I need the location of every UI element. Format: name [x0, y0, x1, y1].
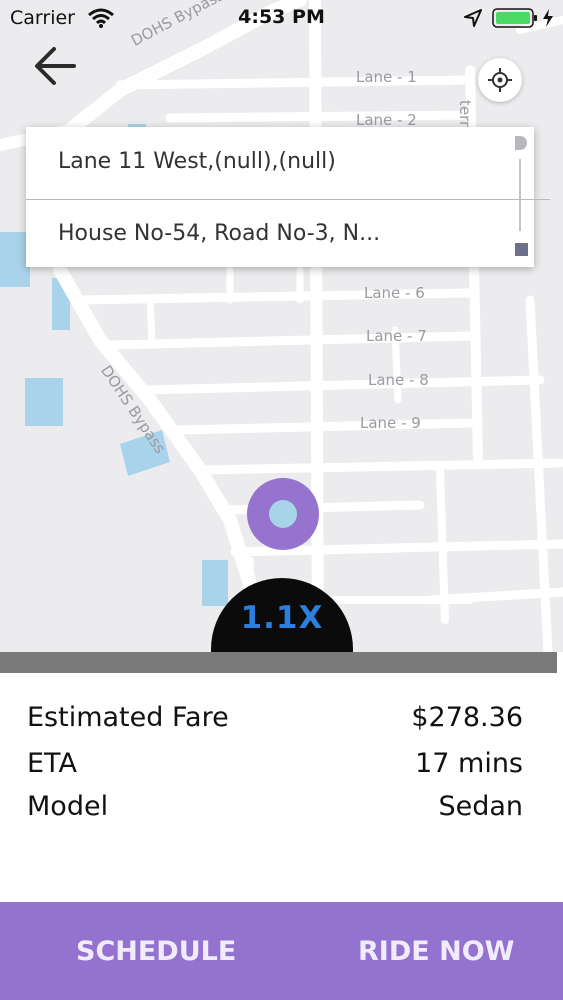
- address-scroll-top-indicator: [515, 136, 527, 150]
- ride-now-button[interactable]: RIDE NOW: [358, 936, 514, 967]
- model-value: Sedan: [438, 791, 523, 822]
- eta-value: 17 mins: [415, 748, 523, 779]
- street-label-lane-6: Lane - 6: [364, 284, 425, 302]
- dropoff-address[interactable]: House No-54, Road No-3, N...: [58, 221, 498, 246]
- address-scroll-bottom-indicator: [515, 243, 528, 256]
- street-label-partial: terr: [456, 100, 474, 128]
- estimated-fare-label: Estimated Fare: [27, 702, 229, 733]
- arrow-left-icon: [35, 47, 76, 85]
- location-arrow-icon: [464, 9, 482, 27]
- estimated-fare-row: Estimated Fare $278.36: [27, 702, 523, 742]
- map-roads: [0, 0, 563, 652]
- map-bottom-bar: [0, 652, 557, 673]
- address-divider: [26, 199, 550, 200]
- model-row: Model Sedan: [27, 791, 523, 831]
- crosshair-icon: [488, 68, 512, 92]
- fare-details-panel: Estimated Fare $278.36 ETA 17 mins Model…: [0, 673, 563, 902]
- status-bar: Carrier 4:53 PM: [0, 0, 563, 36]
- action-bar: SCHEDULE RIDE NOW: [0, 902, 563, 1000]
- eta-label: ETA: [27, 748, 77, 779]
- charging-bolt-icon: [543, 9, 553, 27]
- eta-row: ETA 17 mins: [27, 748, 523, 788]
- recenter-location-button[interactable]: [478, 58, 522, 102]
- street-label-lane-9: Lane - 9: [360, 414, 421, 432]
- car-location-marker-dot: [269, 500, 297, 528]
- pickup-address[interactable]: Lane 11 West,(null),(null): [58, 149, 498, 174]
- street-label-lane-1: Lane - 1: [356, 68, 417, 86]
- street-label-lane-8: Lane - 8: [368, 371, 429, 389]
- schedule-button[interactable]: SCHEDULE: [76, 936, 236, 967]
- model-label: Model: [27, 791, 109, 822]
- surge-multiplier-label: 1.1X: [240, 600, 324, 636]
- map-view[interactable]: DOHS Bypass DOHS Bypass Lane - 1 Lane - …: [0, 0, 563, 652]
- back-button[interactable]: [28, 38, 84, 94]
- address-card: Lane 11 West,(null),(null) House No-54, …: [26, 127, 550, 267]
- street-label-lane-7: Lane - 7: [366, 327, 427, 345]
- estimated-fare-value: $278.36: [411, 702, 523, 733]
- battery-icon: [492, 8, 537, 28]
- car-location-marker[interactable]: [247, 478, 319, 550]
- address-scrollbar[interactable]: [519, 159, 521, 231]
